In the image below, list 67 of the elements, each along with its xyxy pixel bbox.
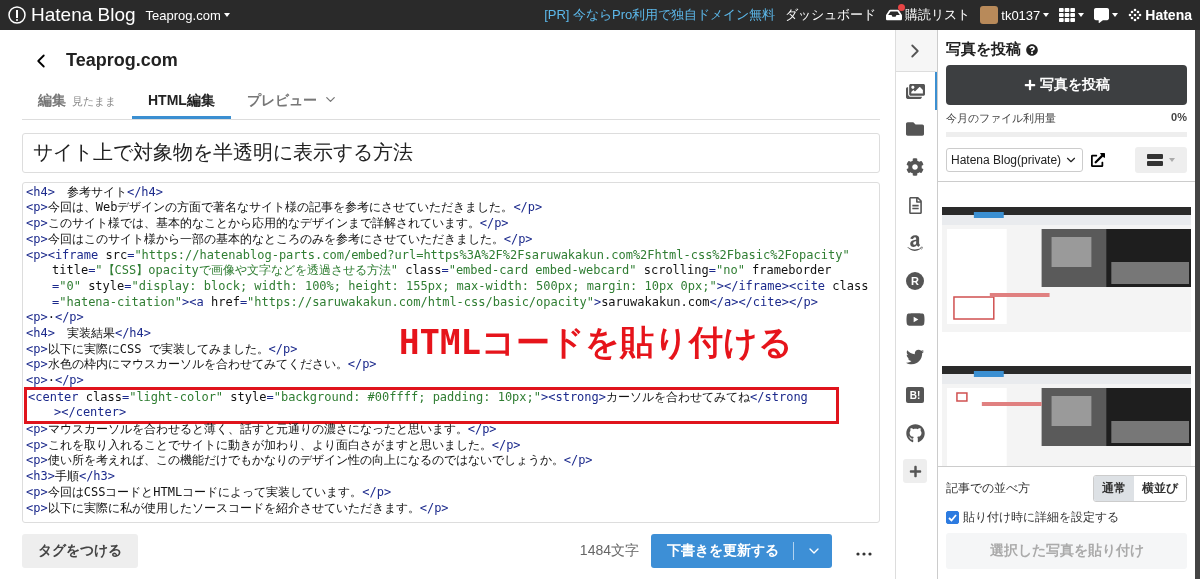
code-line: ></center> bbox=[53, 405, 127, 422]
view-menu-button[interactable] bbox=[1135, 147, 1187, 173]
title-field[interactable]: サイト上で対象物を半透明に表示する方法 bbox=[22, 132, 880, 173]
external-link-icon[interactable] bbox=[1091, 153, 1106, 167]
upload-button[interactable]: 写真を投稿 bbox=[946, 65, 1187, 105]
tag-button[interactable]: タグをつける bbox=[22, 534, 138, 569]
plus-icon bbox=[908, 464, 922, 478]
plus-icon bbox=[1023, 79, 1036, 91]
photo-icon[interactable] bbox=[905, 81, 925, 101]
usage-value: 0% bbox=[1171, 111, 1187, 125]
code-line: <p>·</p> bbox=[26, 373, 84, 389]
bookmark-icon[interactable]: B! bbox=[906, 387, 924, 403]
bird-icon[interactable] bbox=[906, 348, 924, 366]
code-line: <h4> 参考サイト</h4> bbox=[26, 184, 164, 201]
code-line: <p>今回は、Webデザインの方面で著名なサイト様の記事を参考にさせていただきました。</p> bbox=[26, 200, 543, 217]
dots-icon bbox=[1128, 8, 1143, 22]
code-line: <p><iframe src="https://hatenablog-parts.com/embed?url=https%3A%2F%2Fsaruwakakun.com%2Fhtml-css%2Fbasic%2Fopacity" bbox=[26, 247, 850, 264]
notifications-menu[interactable] bbox=[1094, 7, 1119, 23]
code-line: <p>使い所を考えれば、この機能だけでもかなりのデザイン性の向上になるのではないでしょうか。</p> bbox=[26, 453, 593, 470]
code-line: <p>以下に実際に私が使用したソースコードを紹介させていただきます。</p> bbox=[26, 500, 449, 517]
album-select[interactable]: Hatena Blog(private) bbox=[946, 148, 1084, 172]
layout-label: 記事での並べ方 bbox=[946, 480, 1030, 497]
code-line: <h3>手順</h3> bbox=[26, 469, 116, 485]
help-icon[interactable] bbox=[1026, 43, 1038, 56]
annotation-text: HTMLコードを貼り付ける bbox=[399, 320, 793, 364]
hatena-blog-logo[interactable]: Hatena Blog bbox=[8, 4, 136, 26]
user-menu[interactable]: tk0137 bbox=[980, 6, 1050, 24]
layout-option[interactable]: 通常 bbox=[1094, 476, 1134, 501]
code-line: <p>今回はCSSコードとHTMLコードによって実装しています。</p> bbox=[26, 484, 392, 501]
code-line: <p>これを取り入れることでサイトに動きが加わり、より面白さがますと思いました。</p> bbox=[26, 437, 521, 454]
apps-menu[interactable] bbox=[1059, 7, 1085, 23]
code-line: <p>以下に実際にCSS で実装してみました。</p> bbox=[26, 341, 298, 358]
editor-tab[interactable]: HTML編集 bbox=[132, 91, 231, 119]
panel-title: 写真を投稿 bbox=[946, 40, 1021, 59]
logo-icon bbox=[8, 6, 26, 24]
code-line: <p>今回はこのサイト様から一部の基本的なところのみを参考にさせていただきました。</p> bbox=[26, 231, 533, 248]
add-button[interactable] bbox=[903, 459, 927, 483]
settings-icon[interactable] bbox=[906, 158, 924, 176]
code-line: title="【CSS】opacityで画像や文字などを透過させる方法" class="embed-card embed-webcard" scrolling="no" frameborder bbox=[51, 263, 832, 279]
amazon-icon[interactable] bbox=[906, 234, 924, 252]
editor-tab[interactable]: プレビュー bbox=[230, 91, 354, 119]
editor-tab[interactable]: 編集 見たまま bbox=[22, 91, 132, 119]
document-icon[interactable] bbox=[906, 196, 924, 214]
tab-subtitle: 見たまま bbox=[72, 93, 116, 109]
code-line: ="0" style="display: block; width: 100%; height: 155px; max-width: 500px; margin: 10px 0px;"></iframe><cite class bbox=[51, 278, 869, 295]
rows-icon bbox=[1147, 154, 1163, 166]
code-line: <center class="light-color" style="background: #00ffff; padding: 10px;"><strong>カーソルを合わせてみてね</strong bbox=[28, 389, 808, 406]
code-editor[interactable] bbox=[22, 181, 880, 524]
blog-menu[interactable]: Teaprog.com bbox=[145, 7, 230, 23]
code-line: <p>水色の枠内にマウスカーソルを合わせてみてください。</p> bbox=[26, 357, 377, 373]
usage-label: 今月のファイル利用量 bbox=[946, 111, 1056, 126]
code-line: ="hatena-citation"><a href="https://saruwakakun.com/html-css/basic/opacity">saruwakakun.com</a></cite></p> bbox=[51, 294, 818, 311]
reading-list-link[interactable]: 購読リスト bbox=[886, 6, 971, 24]
promo-link[interactable]: [PR] 今ならPro利用で独自ドメイン無料 bbox=[544, 6, 776, 24]
code-line: <p>マウスカーソルを合わせると薄く、話すと元通りの濃さになったと思います。</p> bbox=[26, 422, 497, 438]
checkbox-label: 貼り付け時に詳細を設定する bbox=[963, 509, 1119, 526]
blog-title: Teaprog.com bbox=[66, 50, 178, 72]
octocat-icon[interactable] bbox=[905, 423, 925, 443]
code-line: <p>このサイト様では、基本的なことから応用的なデザインまで詳解されています。</p> bbox=[26, 216, 509, 232]
hatena-logo[interactable]: Hatena bbox=[1128, 7, 1192, 23]
dashboard-link[interactable]: ダッシュボード bbox=[785, 6, 877, 24]
code-line: <h4> 実装結果</h4> bbox=[26, 325, 152, 342]
letter-icon[interactable]: R bbox=[906, 272, 924, 290]
code-line: <p>·</p> bbox=[26, 310, 84, 326]
folder-icon[interactable] bbox=[906, 120, 924, 138]
character-count: 1484文字 bbox=[579, 542, 639, 561]
checkbox[interactable] bbox=[946, 511, 959, 524]
